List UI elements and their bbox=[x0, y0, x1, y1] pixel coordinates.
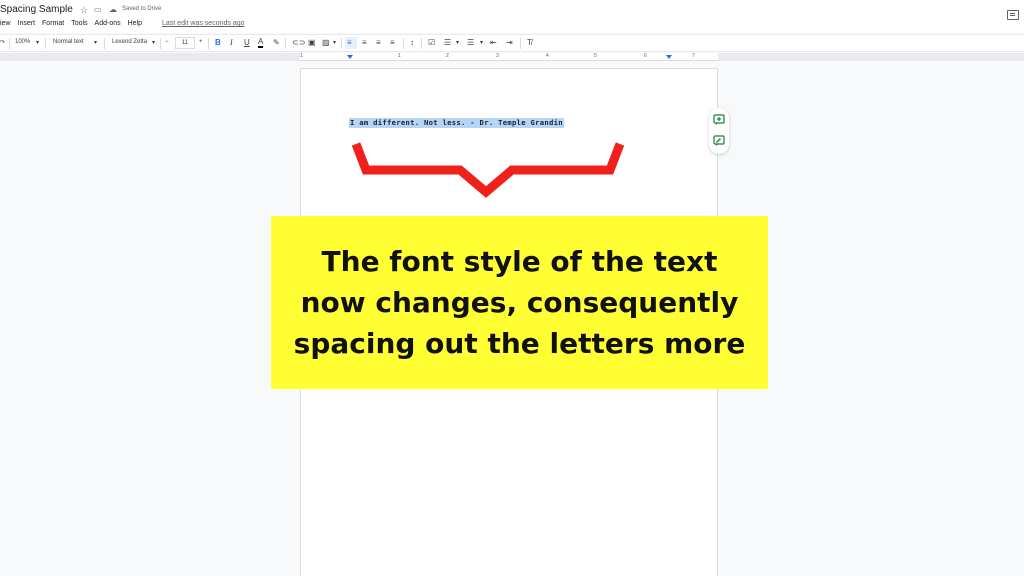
clear-formatting-icon[interactable]: T̸ bbox=[527, 38, 532, 47]
toolbar-divider bbox=[45, 38, 46, 49]
align-justify-icon[interactable]: ≡ bbox=[390, 38, 395, 47]
checklist-icon[interactable]: ☑ bbox=[428, 38, 435, 47]
toolbar-divider bbox=[403, 38, 404, 49]
toolbar-divider bbox=[341, 38, 342, 49]
italic-button[interactable]: I bbox=[230, 38, 233, 47]
decrease-indent-icon[interactable]: ⇤ bbox=[490, 38, 497, 47]
chevron-down-icon[interactable]: ▾ bbox=[36, 39, 39, 46]
toolbar-divider bbox=[160, 38, 161, 49]
selected-quote-text[interactable]: I am different. Not less. - Dr. Temple G… bbox=[349, 118, 564, 128]
bulleted-list-icon[interactable]: ☰ bbox=[444, 38, 451, 47]
toolbar-divider bbox=[421, 38, 422, 49]
star-icon[interactable]: ☆ bbox=[80, 5, 88, 16]
ruler-number: 6 bbox=[644, 53, 647, 59]
left-indent-marker[interactable] bbox=[347, 55, 353, 59]
chevron-down-icon[interactable]: ▾ bbox=[480, 39, 483, 46]
toolbar-divider bbox=[9, 38, 10, 49]
underline-button[interactable]: U bbox=[244, 38, 250, 47]
text-color-button[interactable]: A bbox=[258, 37, 264, 48]
menu-insert[interactable]: Insert bbox=[18, 20, 36, 30]
menu-addons[interactable]: Add-ons bbox=[95, 20, 121, 30]
last-edit-link[interactable]: Last edit was seconds ago bbox=[162, 20, 245, 27]
ruler[interactable]: 1 1 2 3 4 5 6 7 bbox=[300, 53, 718, 61]
align-center-icon[interactable]: ≡ bbox=[362, 38, 367, 47]
ruler-margin-left bbox=[0, 53, 300, 61]
ruler-number: 5 bbox=[594, 53, 597, 59]
comment-history-icon[interactable] bbox=[1007, 10, 1019, 20]
chevron-down-icon[interactable]: ▾ bbox=[94, 39, 97, 46]
ruler-number: 2 bbox=[446, 53, 449, 59]
ruler-number: 1 bbox=[300, 53, 303, 59]
line-spacing-icon[interactable]: ↕ bbox=[410, 38, 414, 47]
link-icon[interactable]: ⊂⊃ bbox=[292, 38, 305, 47]
style-select[interactable]: Normal text bbox=[53, 39, 84, 45]
highlight-icon[interactable]: ✎ bbox=[273, 38, 280, 47]
cloud-icon: ☁ bbox=[109, 5, 117, 14]
image-icon[interactable]: ▨ bbox=[322, 38, 330, 47]
increase-indent-icon[interactable]: ⇥ bbox=[506, 38, 513, 47]
ruler-number: 4 bbox=[546, 53, 549, 59]
annotation-callout: The font style of the text now changes, … bbox=[271, 216, 768, 389]
title-bar: Spacing Sample ☆ ▭ ☁ Saved to Drive iew … bbox=[0, 0, 1024, 33]
ruler-number: 3 bbox=[496, 53, 499, 59]
increase-font-button[interactable]: + bbox=[199, 39, 203, 45]
ruler-number: 7 bbox=[692, 53, 695, 59]
curly-brace-annotation bbox=[351, 142, 625, 198]
align-right-icon[interactable]: ≡ bbox=[376, 38, 381, 47]
menu-help[interactable]: Help bbox=[128, 20, 142, 30]
redo-icon[interactable]: ↷ bbox=[0, 39, 5, 46]
toolbar-divider bbox=[208, 38, 209, 49]
zoom-select[interactable]: 100% bbox=[15, 39, 30, 45]
chevron-down-icon[interactable]: ▾ bbox=[152, 39, 155, 46]
side-action-panel bbox=[709, 108, 729, 154]
align-left-icon[interactable]: ≡ bbox=[347, 38, 352, 47]
numbered-list-icon[interactable]: ☰ bbox=[467, 38, 474, 47]
font-select[interactable]: Lexend Zetta bbox=[112, 39, 147, 45]
annotation-text: The font style of the text now changes, … bbox=[293, 245, 746, 360]
document-title[interactable]: Spacing Sample bbox=[0, 4, 73, 15]
toolbar-divider bbox=[104, 38, 105, 49]
suggest-edit-icon[interactable] bbox=[713, 135, 725, 147]
saved-status: Saved to Drive bbox=[122, 6, 162, 12]
toolbar-divider bbox=[285, 38, 286, 49]
font-size-input[interactable]: 11 bbox=[175, 37, 195, 49]
ruler-number: 1 bbox=[398, 53, 401, 59]
add-comment-icon[interactable] bbox=[713, 114, 725, 126]
decrease-font-button[interactable]: − bbox=[165, 39, 169, 45]
chevron-down-icon[interactable]: ▾ bbox=[333, 39, 336, 46]
menu-view[interactable]: iew bbox=[0, 20, 11, 30]
menu-format[interactable]: Format bbox=[42, 20, 64, 30]
comment-icon[interactable]: ▣ bbox=[308, 38, 316, 47]
toolbar-divider bbox=[520, 38, 521, 49]
menu-bar: iew Insert Format Tools Add-ons Help bbox=[0, 20, 149, 30]
menu-tools[interactable]: Tools bbox=[71, 20, 87, 30]
bold-button[interactable]: B bbox=[215, 38, 221, 47]
chevron-down-icon[interactable]: ▾ bbox=[456, 39, 459, 46]
ruler-margin-right bbox=[718, 53, 1024, 61]
toolbar: ↷ 100% ▾ Normal text ▾ Lexend Zetta ▾ − … bbox=[0, 34, 1024, 52]
right-indent-marker[interactable] bbox=[666, 55, 672, 59]
folder-icon[interactable]: ▭ bbox=[94, 5, 102, 14]
